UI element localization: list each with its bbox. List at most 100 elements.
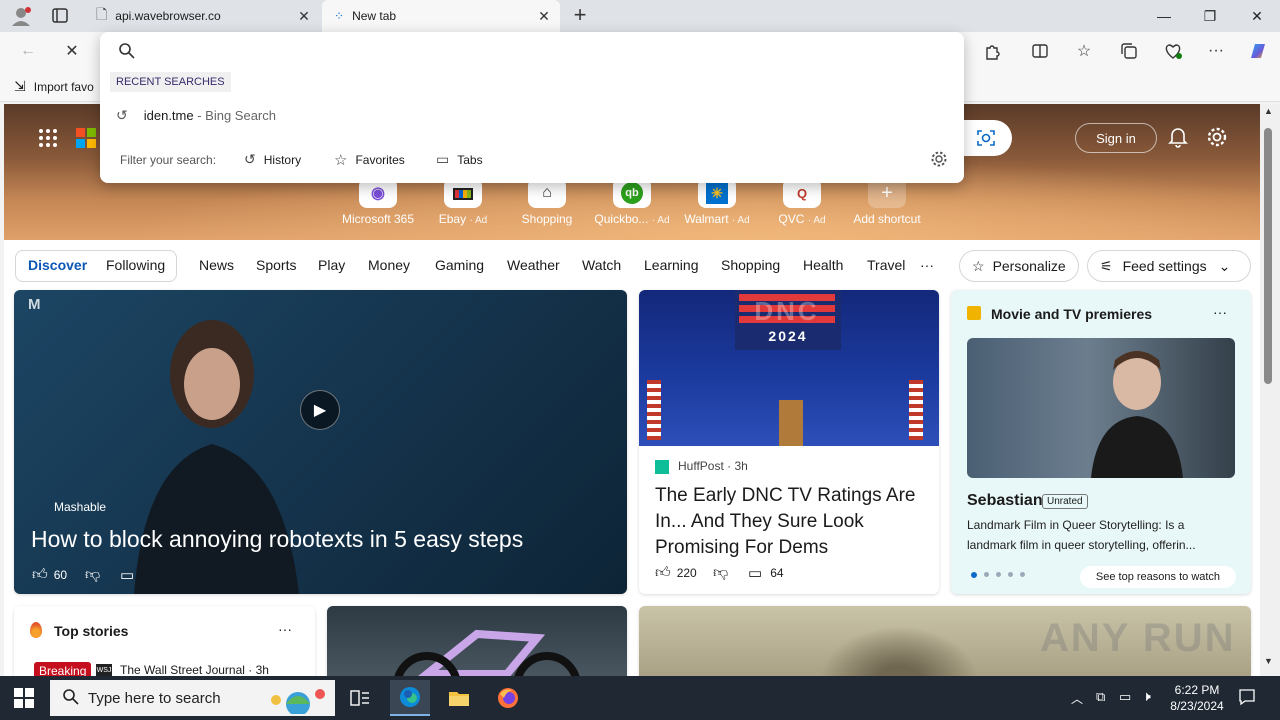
firefox-icon[interactable] (488, 680, 528, 716)
dot-active[interactable] (971, 572, 977, 578)
close-tab-icon[interactable]: ✕ (536, 8, 552, 24)
close-window-button[interactable]: ✕ (1234, 0, 1280, 32)
back-icon[interactable]: ← (14, 38, 42, 64)
shortcut-ebay[interactable]: Ebay · Ad (423, 178, 503, 226)
split-screen-icon[interactable] (1026, 38, 1054, 64)
article-title[interactable]: The Early DNC TV Ratings Are In... And T… (655, 483, 930, 561)
sign-in-button[interactable]: Sign in (1075, 123, 1157, 153)
settings-gear-icon[interactable] (1206, 126, 1228, 148)
nav-learning[interactable]: Learning (644, 257, 699, 273)
nav-watch[interactable]: Watch (582, 257, 621, 273)
dot[interactable] (996, 572, 1001, 577)
nav-health[interactable]: Health (803, 257, 843, 273)
play-button[interactable]: ▶ (300, 390, 340, 430)
page-scrollbar[interactable]: ▲ ▼ (1260, 104, 1280, 676)
thumbs-down-icon[interactable]: 👎︎ (85, 566, 100, 584)
browser-essentials-icon[interactable] (1159, 38, 1187, 64)
notifications-icon[interactable] (1238, 688, 1256, 706)
movie-title[interactable]: Sebastian (967, 492, 1043, 510)
apps-launcher-icon[interactable] (38, 128, 58, 148)
top-stories-card[interactable]: Top stories ··· Breaking WSJ The Wall St… (14, 606, 315, 676)
visual-search-button[interactable] (960, 120, 1012, 156)
nav-news[interactable]: News (199, 257, 234, 273)
carousel-dots[interactable] (971, 572, 1025, 578)
nav-shopping[interactable]: Shopping (721, 257, 780, 273)
favorites-star-icon[interactable]: ☆ (1070, 38, 1098, 64)
shortcut-microsoft-365[interactable]: ◉ Microsoft 365 (338, 178, 418, 226)
minimize-button[interactable]: — (1141, 0, 1187, 32)
scroll-up-arrow-icon[interactable]: ▲ (1264, 106, 1273, 116)
new-tab-button[interactable]: + (568, 4, 592, 28)
shortcut-label: QVC (778, 212, 805, 226)
news-card-huffpost[interactable]: DNC 2024 HuffPost · 3h The Early DNC TV … (639, 290, 939, 594)
tab-wavebrowser[interactable]: 🗋 api.wavebrowser.co ✕ (84, 0, 320, 32)
taskbar-search-box[interactable]: Type here to search (50, 680, 335, 716)
nav-gaming[interactable]: Gaming (435, 257, 484, 273)
volume-icon[interactable]: 🕨︎ (1142, 688, 1151, 705)
flag-right (909, 380, 923, 440)
import-favorites-link[interactable]: ⇲ Import favo (14, 78, 94, 95)
tab-following[interactable]: Following (106, 257, 165, 273)
comment-count: 64 (770, 566, 784, 580)
nav-travel[interactable]: Travel (867, 257, 905, 273)
filter-tabs-button[interactable]: ▭ Tabs (436, 151, 483, 168)
close-tab-icon[interactable]: ✕ (296, 8, 312, 24)
edge-taskbar-icon[interactable] (390, 680, 430, 716)
like-button[interactable]: 👍︎ 60 (32, 566, 67, 584)
comment-icon[interactable]: ▭ (120, 566, 134, 584)
copilot-icon[interactable] (1244, 38, 1272, 64)
shortcut-add[interactable]: + Add shortcut (847, 178, 927, 226)
filter-history-button[interactable]: ↺ History (244, 151, 301, 168)
search-settings-gear-icon[interactable] (930, 150, 948, 168)
feed-settings-button[interactable]: ⚟ Feed settings ⌄ (1087, 250, 1251, 282)
shortcut-walmart[interactable]: ✳ Walmart · Ad (677, 178, 757, 226)
nav-weather[interactable]: Weather (507, 257, 560, 273)
clock[interactable]: 6:22 PM 8/23/2024 (1163, 682, 1231, 714)
like-button[interactable]: 👍︎ 220 (655, 564, 697, 582)
bike-image-card[interactable] (327, 606, 627, 676)
profile-icon[interactable] (10, 6, 32, 26)
see-reasons-button[interactable]: See top reasons to watch (1080, 566, 1236, 588)
dot[interactable] (984, 572, 989, 577)
more-menu-icon[interactable]: ··· (1202, 38, 1230, 64)
stop-loading-icon[interactable]: ✕ (58, 38, 86, 64)
collections-icon[interactable] (1115, 38, 1143, 64)
tab-new-tab[interactable]: ⁘ New tab ✕ (322, 0, 560, 32)
network-icon[interactable]: ▭ (1119, 689, 1131, 705)
recent-search-item[interactable]: ↺ iden.tme - Bing Search (100, 102, 964, 128)
tab-actions-icon[interactable] (50, 7, 70, 25)
feed-settings-sliders-icon: ⚟ (1100, 257, 1113, 274)
nav-money[interactable]: Money (368, 257, 410, 273)
movie-premieres-card[interactable]: Movie and TV premieres ··· Sebastian Unr… (951, 290, 1251, 594)
card-more-button[interactable]: ··· (278, 621, 292, 637)
article-title[interactable]: How to block annoying robotexts in 5 eas… (31, 526, 523, 553)
dot[interactable] (1020, 572, 1025, 577)
video-card[interactable]: M ▶ Mashable How to block annoying robot… (14, 290, 627, 594)
task-view-icon[interactable] (340, 680, 380, 716)
nav-play[interactable]: Play (318, 257, 345, 273)
nav-sports[interactable]: Sports (256, 257, 296, 273)
movie-image[interactable] (967, 338, 1235, 478)
card-more-button[interactable]: ··· (1213, 304, 1227, 320)
filter-favorites-button[interactable]: ☆ Favorites (334, 151, 405, 169)
address-input[interactable] (144, 38, 944, 64)
comment-button[interactable]: ▭ 64 (748, 564, 784, 582)
scroll-down-arrow-icon[interactable]: ▼ (1264, 656, 1273, 666)
scroll-thumb[interactable] (1264, 128, 1272, 384)
file-explorer-icon[interactable] (439, 680, 479, 716)
nav-more-button[interactable]: ··· (920, 257, 934, 273)
show-hidden-icons-icon[interactable]: ︿ (1071, 690, 1083, 707)
extensions-icon[interactable] (978, 38, 1006, 64)
personalize-button[interactable]: ☆ Personalize (959, 250, 1079, 282)
tab-discover[interactable]: Discover (28, 257, 87, 273)
dot[interactable] (1008, 572, 1013, 577)
shortcut-shopping[interactable]: ⌂ Shopping (507, 178, 587, 226)
thumbs-down-icon[interactable]: 👎︎ (713, 564, 728, 582)
shortcut-quickbooks[interactable]: qb Quickbo... · Ad (592, 178, 672, 226)
meet-now-icon[interactable]: ⧉ (1096, 689, 1105, 705)
dnc-letters: DNC (754, 296, 820, 326)
windows-start-icon[interactable] (14, 688, 34, 708)
notifications-bell-icon[interactable] (1167, 126, 1189, 148)
maximize-button[interactable]: ❐ (1187, 0, 1233, 32)
shortcut-qvc[interactable]: Q QVC · Ad (762, 178, 842, 226)
